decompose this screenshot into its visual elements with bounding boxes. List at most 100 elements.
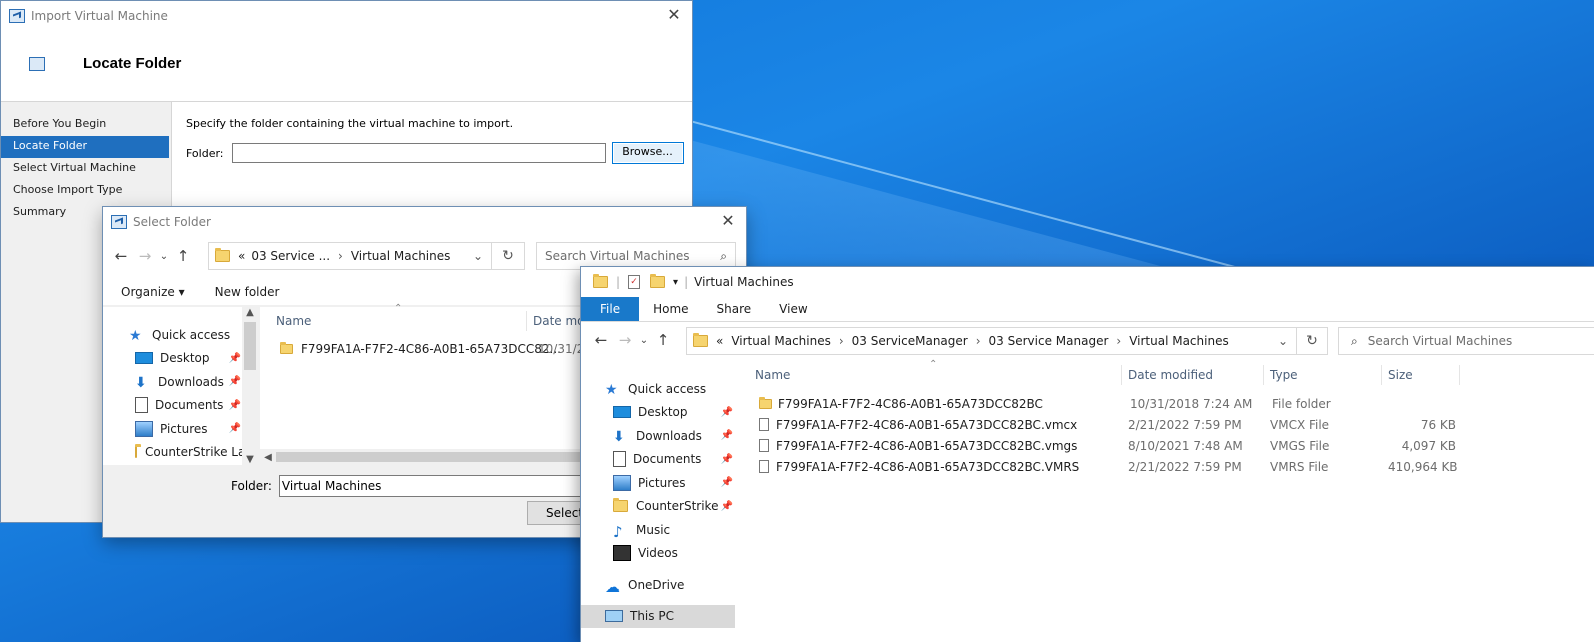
import-vm-titlebar: Import Virtual Machine ✕ [1, 1, 692, 31]
step-select-vm[interactable]: Select Virtual Machine [1, 158, 171, 180]
forward-arrow-icon[interactable]: → [133, 247, 157, 265]
tree-item-onedrive[interactable]: ☁ OneDrive [605, 573, 733, 597]
tree-item-desktop[interactable]: Desktop 📌 [129, 347, 241, 371]
breadcrumb-item[interactable]: 03 Service ... [251, 249, 330, 263]
list-item[interactable]: F799FA1A-F7F2-4C86-A0B1-65A73DCC82... 10… [280, 338, 592, 359]
folder-input[interactable] [231, 143, 606, 163]
breadcrumb-item[interactable]: 03 Service Manager [989, 334, 1109, 348]
tree-item-pictures[interactable]: Pictures 📌 [605, 471, 733, 495]
search-box[interactable]: Search Virtual Machines ⌕ [536, 242, 736, 270]
tree-item-downloads[interactable]: ⬇ Downloads 📌 [605, 424, 733, 448]
tree-item-documents[interactable]: Documents 📌 [129, 394, 241, 418]
column-date-modified[interactable]: Date modified [1122, 365, 1264, 385]
tree-item-desktop[interactable]: Desktop 📌 [605, 401, 733, 425]
tree-item-documents[interactable]: Documents 📌 [605, 448, 733, 472]
up-arrow-icon[interactable]: ↑ [651, 331, 675, 349]
nav-buttons: ← → ⌄ ↑ [589, 327, 675, 353]
forward-arrow-icon[interactable]: → [613, 331, 637, 349]
file-row[interactable]: F799FA1A-F7F2-4C86-A0B1-65A73DCC82BC.vmc… [757, 414, 1458, 435]
scroll-left-icon[interactable]: ◀ [260, 452, 276, 463]
tab-file[interactable]: File [581, 297, 640, 321]
close-icon[interactable]: ✕ [664, 5, 684, 25]
refresh-button[interactable]: ↻ [491, 242, 525, 270]
step-locate-folder[interactable]: Locate Folder [1, 136, 169, 158]
step-choose-import-type[interactable]: Choose Import Type [1, 180, 171, 202]
back-arrow-icon[interactable]: ← [589, 331, 613, 349]
step-before-you-begin[interactable]: Before You Begin [1, 114, 171, 136]
tab-home[interactable]: Home [639, 297, 702, 321]
new-folder-button[interactable]: New folder [215, 285, 280, 299]
tree-item-counterstrike[interactable]: CounterStrike La [129, 441, 245, 465]
customize-chevron-icon[interactable]: ▾ [673, 277, 678, 288]
breadcrumb-overflow[interactable]: « [716, 334, 723, 348]
file-type: VMRS File [1270, 459, 1329, 474]
file-name: F799FA1A-F7F2-4C86-A0B1-65A73DCC82BC.VMR… [776, 459, 1080, 474]
search-placeholder: Search Virtual Machines [1367, 334, 1513, 348]
window-title: Virtual Machines [694, 275, 794, 289]
tree-item-quick-access[interactable]: ★ Quick access [129, 323, 241, 347]
up-arrow-icon[interactable]: ↑ [171, 247, 195, 265]
tree-item-videos[interactable]: Videos [605, 542, 733, 566]
search-box[interactable]: ⌕ Search Virtual Machines [1338, 327, 1594, 355]
organize-button[interactable]: Organize ▾ [121, 285, 185, 299]
downloads-icon: ⬇ [613, 428, 625, 445]
folder-label: Folder: [231, 479, 272, 493]
pin-icon: 📌 [720, 430, 733, 442]
column-size[interactable]: Size [1382, 365, 1460, 385]
address-bar[interactable]: « 03 Service ... › Virtual Machines ⌄ [208, 242, 492, 270]
file-row[interactable]: F799FA1A-F7F2-4C86-A0B1-65A73DCC82BC 10/… [757, 393, 1458, 414]
back-arrow-icon[interactable]: ← [109, 247, 133, 265]
tree-item-this-pc[interactable]: This PC [581, 604, 735, 628]
recent-chevron-icon[interactable]: ⌄ [637, 335, 651, 346]
address-bar[interactable]: « Virtual Machines › 03 ServiceManager ›… [686, 327, 1297, 355]
pin-icon: 📌 [720, 500, 733, 512]
breadcrumb-item[interactable]: Virtual Machines [731, 334, 831, 348]
file-date: 2/21/2022 7:59 PM [1128, 459, 1242, 474]
column-type[interactable]: Type [1264, 365, 1382, 385]
file-row[interactable]: F799FA1A-F7F2-4C86-A0B1-65A73DCC82BC.VMR… [757, 456, 1458, 477]
search-placeholder: Search Virtual Machines [545, 249, 690, 263]
tree-item-music[interactable]: ♪ Music [605, 518, 733, 542]
select-folder-titlebar: Select Folder ✕ [103, 207, 746, 237]
tree-item-pictures[interactable]: Pictures 📌 [129, 417, 241, 441]
breadcrumb-overflow[interactable]: « [238, 249, 245, 263]
column-name[interactable]: Name [749, 365, 1122, 385]
close-icon[interactable]: ✕ [718, 211, 738, 231]
chevron-down-icon[interactable]: ⌄ [1278, 334, 1288, 348]
hyperv-import-icon [111, 215, 127, 229]
tree-item-quick-access[interactable]: ★ Quick access [605, 377, 733, 401]
chevron-right-icon: › [975, 334, 981, 348]
browse-button[interactable]: Browse... [611, 142, 684, 164]
pin-icon: 📌 [228, 352, 241, 364]
folder-icon [693, 333, 708, 347]
recent-chevron-icon[interactable]: ⌄ [157, 251, 171, 262]
folder-icon [280, 341, 293, 354]
new-folder-icon[interactable] [650, 274, 666, 288]
tab-view[interactable]: View [765, 297, 821, 321]
file-date: 10/31/2018 7:24 AM [1130, 396, 1253, 411]
divider: | [684, 275, 689, 289]
folder-row: Folder: Browse... [186, 142, 684, 164]
refresh-button[interactable]: ↻ [1296, 327, 1328, 355]
scrollbar-thumb[interactable] [244, 322, 256, 370]
folder-icon [215, 248, 230, 262]
tree-item-counterstrike[interactable]: CounterStrike La📌 [605, 495, 733, 519]
tab-share[interactable]: Share [703, 297, 766, 321]
pin-icon: 📌 [720, 453, 733, 465]
scroll-up-icon[interactable]: ▲ [242, 307, 258, 318]
pictures-icon [613, 474, 631, 491]
properties-icon[interactable]: ✓ [628, 275, 641, 289]
breadcrumb-item[interactable]: Virtual Machines [351, 249, 451, 263]
file-size: 76 KB [1420, 417, 1456, 432]
file-rows: F799FA1A-F7F2-4C86-A0B1-65A73DCC82... 10… [280, 338, 592, 359]
chevron-down-icon[interactable]: ⌄ [473, 249, 483, 263]
breadcrumb-item[interactable]: 03 ServiceManager [852, 334, 968, 348]
file-row[interactable]: F799FA1A-F7F2-4C86-A0B1-65A73DCC82BC.vmg… [757, 435, 1458, 456]
column-name[interactable]: Name [270, 311, 527, 331]
nav-buttons: ← → ⌄ ↑ [109, 243, 195, 269]
breadcrumb-item[interactable]: Virtual Machines [1129, 334, 1229, 348]
tree-scrollbar[interactable]: ▲ ▼ [242, 307, 258, 465]
music-icon: ♪ [613, 522, 623, 541]
tree-item-downloads[interactable]: ⬇ Downloads 📌 [129, 370, 241, 394]
scroll-down-icon[interactable]: ▼ [242, 454, 258, 465]
